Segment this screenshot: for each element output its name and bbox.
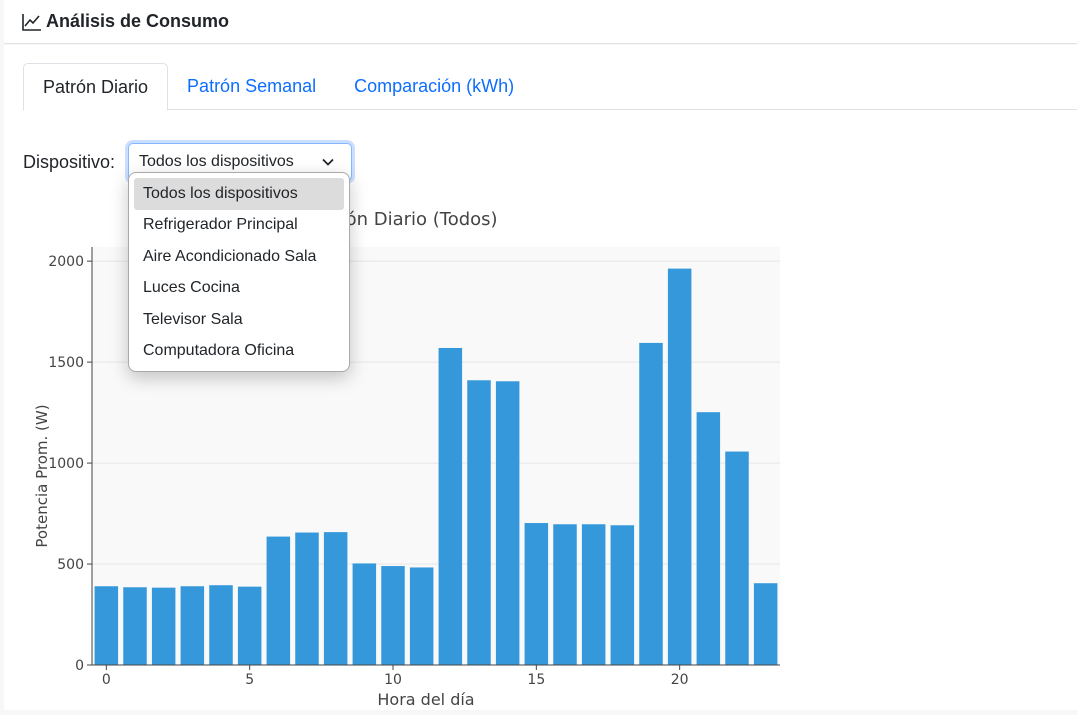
y-tick-label: 2000 — [48, 254, 84, 270]
bar — [495, 381, 520, 665]
bar — [696, 412, 721, 665]
bar — [581, 524, 606, 665]
device-option[interactable]: Refrigerador Principal — [134, 210, 344, 242]
bar — [151, 587, 176, 665]
bar — [266, 536, 291, 665]
card-header: Análisis de Consumo — [4, 0, 1077, 44]
bar — [467, 380, 491, 665]
line-chart-icon — [22, 13, 42, 31]
page-title: Análisis de Consumo — [46, 11, 230, 31]
chevron-down-icon — [321, 155, 335, 169]
bar — [553, 524, 577, 665]
bar — [180, 586, 205, 665]
tab-patron-semanal[interactable]: Patrón Semanal — [168, 63, 335, 110]
bar — [725, 451, 749, 665]
bar — [94, 586, 119, 665]
tab-bar: Patrón Diario Patrón Semanal Comparación… — [23, 63, 1077, 111]
y-tick-label: 500 — [57, 557, 84, 573]
device-dropdown-menu: Todos los dispositivos Refrigerador Prin… — [128, 172, 350, 372]
card-body: Patrón Diario Patrón Semanal Comparación… — [4, 45, 1077, 710]
tab-patron-diario[interactable]: Patrón Diario — [23, 63, 169, 111]
y-axis-label: Potencia Prom. (W) — [33, 404, 51, 547]
y-tick-label: 1000 — [48, 456, 84, 472]
bar — [667, 268, 692, 665]
device-option[interactable]: Aire Acondicionado Sala — [134, 241, 344, 273]
bar — [352, 563, 377, 665]
device-option[interactable]: Computadora Oficina — [134, 336, 344, 368]
analysis-card: Análisis de Consumo Patrón Diario Patrón… — [4, 0, 1077, 710]
device-option[interactable]: Todos los dispositivos — [134, 178, 344, 210]
bar — [409, 567, 434, 665]
x-axis-label: Hora del día — [377, 690, 474, 709]
tab-comparacion[interactable]: Comparación (kWh) — [335, 63, 533, 110]
device-filter-label: Dispositivo: — [23, 152, 116, 172]
device-option[interactable]: Luces Cocina — [134, 273, 344, 305]
bar — [524, 523, 549, 665]
device-option[interactable]: Televisor Sala — [134, 304, 344, 336]
x-tick-label: 20 — [671, 672, 689, 688]
bar — [323, 532, 348, 665]
device-select-value: Todos los dispositivos — [139, 153, 294, 170]
bar — [295, 532, 319, 665]
bar — [753, 583, 778, 665]
bar — [381, 566, 405, 665]
bar — [610, 525, 635, 665]
bar — [237, 586, 262, 665]
bar — [438, 347, 463, 665]
bar — [209, 585, 233, 665]
y-tick-label: 0 — [75, 658, 84, 674]
bar — [639, 342, 663, 665]
y-tick-label: 1500 — [48, 355, 84, 371]
x-tick-label: 0 — [102, 672, 111, 688]
x-tick-label: 10 — [384, 672, 402, 688]
x-tick-label: 5 — [245, 672, 254, 688]
bar — [123, 587, 147, 665]
x-tick-label: 15 — [527, 672, 545, 688]
